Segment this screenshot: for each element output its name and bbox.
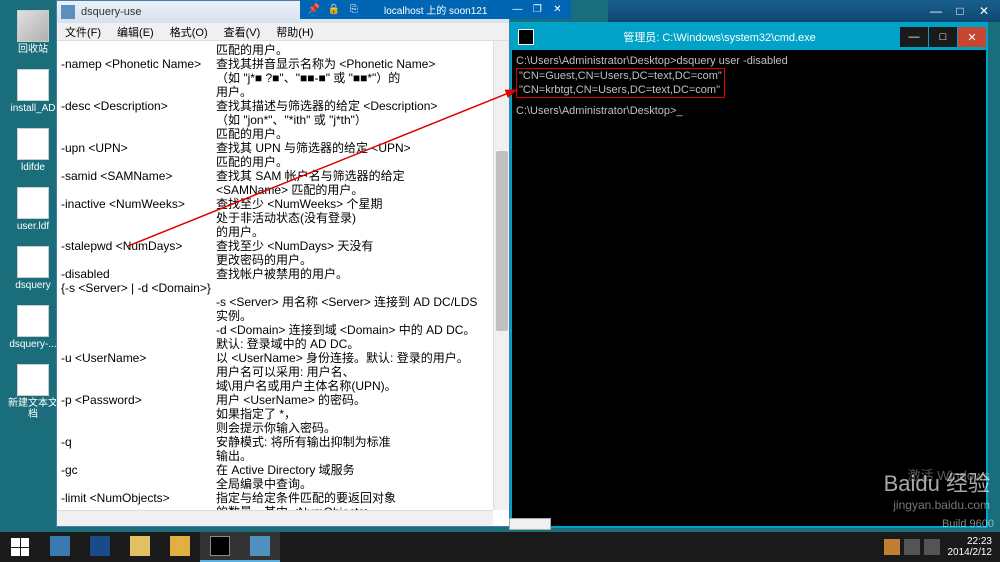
- taskbar-clock[interactable]: 22:23 2014/2/12: [948, 536, 993, 558]
- cmd-task-icon: [210, 536, 230, 556]
- clock-time: 22:23: [948, 536, 993, 547]
- task-admin-tools[interactable]: [240, 532, 280, 562]
- file-icon: [17, 128, 49, 160]
- task-powershell[interactable]: [80, 532, 120, 562]
- task-server-manager[interactable]: [40, 532, 80, 562]
- task-folder[interactable]: [160, 532, 200, 562]
- connection-icon[interactable]: ⎘: [345, 3, 363, 17]
- menu-file[interactable]: 文件(F): [57, 23, 109, 40]
- file-icon: [17, 246, 49, 278]
- clock-date: 2014/2/12: [948, 547, 993, 558]
- cmd-line: "CN=krbtgt,CN=Users,DC=text,DC=com": [519, 83, 722, 97]
- tray-volume-icon[interactable]: [924, 539, 940, 555]
- file-icon: [17, 69, 49, 101]
- file-icon: [17, 305, 49, 337]
- windows-logo-icon: [11, 538, 29, 556]
- desktop-icon-recycle-bin[interactable]: 回收站: [8, 10, 58, 55]
- minimize-button[interactable]: —: [924, 3, 948, 19]
- background-window-titlebar[interactable]: — □ ✕: [608, 0, 1000, 22]
- cmd-line: C:\Users\Administrator\Desktop>dsquery u…: [516, 54, 982, 68]
- notepad-body[interactable]: 匹配的用户。-namep <Phonetic Name>查找其拼音显示名称为 <…: [57, 41, 509, 526]
- taskbar[interactable]: 22:23 2014/2/12: [0, 532, 1000, 562]
- file-icon: [17, 364, 49, 396]
- background-window-fragment: [509, 518, 551, 530]
- desktop-icon-install-ad[interactable]: install_AD: [8, 69, 58, 114]
- desktop-icon-ldifde[interactable]: ldifde: [8, 128, 58, 173]
- cmd-output[interactable]: C:\Users\Administrator\Desktop>dsquery u…: [512, 50, 986, 122]
- server-manager-icon: [50, 536, 70, 556]
- powershell-icon: [90, 536, 110, 556]
- tray-network-icon[interactable]: [904, 539, 920, 555]
- cmd-titlebar[interactable]: 管理员: C:\Windows\system32\cmd.exe — □ ✕: [512, 24, 986, 50]
- task-cmd[interactable]: [200, 532, 240, 562]
- recycle-bin-icon: [17, 10, 49, 42]
- vertical-scrollbar[interactable]: [493, 41, 509, 510]
- cmd-close-button[interactable]: ✕: [958, 27, 986, 47]
- tray-flag-icon[interactable]: [884, 539, 900, 555]
- horizontal-scrollbar[interactable]: [57, 510, 493, 526]
- task-explorer[interactable]: [120, 532, 160, 562]
- rb-close[interactable]: ✕: [548, 3, 566, 17]
- system-tray[interactable]: 22:23 2014/2/12: [882, 536, 1000, 558]
- rb-restore[interactable]: ❐: [528, 3, 546, 17]
- menu-edit[interactable]: 编辑(E): [109, 23, 162, 40]
- cmd-window[interactable]: 管理员: C:\Windows\system32\cmd.exe — □ ✕ C…: [510, 22, 988, 528]
- cmd-icon: [518, 29, 534, 45]
- remote-session-bar[interactable]: 📌 🔒 ⎘ localhost 上的 soon121 — ❐ ✕: [300, 0, 571, 19]
- notepad-window[interactable]: dsquery-use 文件(F) 编辑(E) 格式(O) 查看(V) 帮助(H…: [56, 0, 510, 527]
- close-button[interactable]: ✕: [972, 3, 996, 19]
- maximize-button[interactable]: □: [948, 3, 972, 19]
- desktop-icon-area: 回收站 install_AD ldifde user.ldf dsquery d…: [8, 10, 58, 434]
- cmd-title-text: 管理员: C:\Windows\system32\cmd.exe: [540, 29, 899, 45]
- explorer-icon: [130, 536, 150, 556]
- desktop-icon-user-ldf[interactable]: user.ldf: [8, 187, 58, 232]
- notepad-title-text: dsquery-use: [81, 6, 142, 18]
- pin-icon[interactable]: 📌: [305, 3, 323, 17]
- admin-tools-icon: [250, 536, 270, 556]
- menu-view[interactable]: 查看(V): [216, 23, 269, 40]
- cmd-result-highlight: "CN=Guest,CN=Users,DC=text,DC=com" "CN=k…: [516, 68, 725, 98]
- cmd-line: C:\Users\Administrator\Desktop>_: [516, 104, 982, 118]
- notepad-text-content[interactable]: 匹配的用户。-namep <Phonetic Name>查找其拼音显示名称为 <…: [57, 41, 509, 526]
- desktop-icon-dsquery[interactable]: dsquery: [8, 246, 58, 291]
- cmd-minimize-button[interactable]: —: [900, 27, 928, 47]
- start-button[interactable]: [0, 532, 40, 562]
- remote-session-label: localhost 上的 soon121: [364, 2, 507, 17]
- rb-minimize[interactable]: —: [508, 3, 526, 17]
- folder-icon: [170, 536, 190, 556]
- scroll-thumb[interactable]: [496, 151, 508, 331]
- menu-format[interactable]: 格式(O): [162, 23, 216, 40]
- notepad-menubar[interactable]: 文件(F) 编辑(E) 格式(O) 查看(V) 帮助(H): [57, 23, 509, 41]
- menu-help[interactable]: 帮助(H): [268, 23, 321, 40]
- cmd-line: "CN=Guest,CN=Users,DC=text,DC=com": [519, 69, 722, 83]
- desktop-icon-dsquery-2[interactable]: dsquery-...: [8, 305, 58, 350]
- file-icon: [17, 187, 49, 219]
- desktop-icon-new-text[interactable]: 新建文本文 档: [8, 364, 58, 420]
- notepad-icon: [61, 5, 75, 19]
- cmd-maximize-button[interactable]: □: [929, 27, 957, 47]
- lock-icon[interactable]: 🔒: [325, 3, 343, 17]
